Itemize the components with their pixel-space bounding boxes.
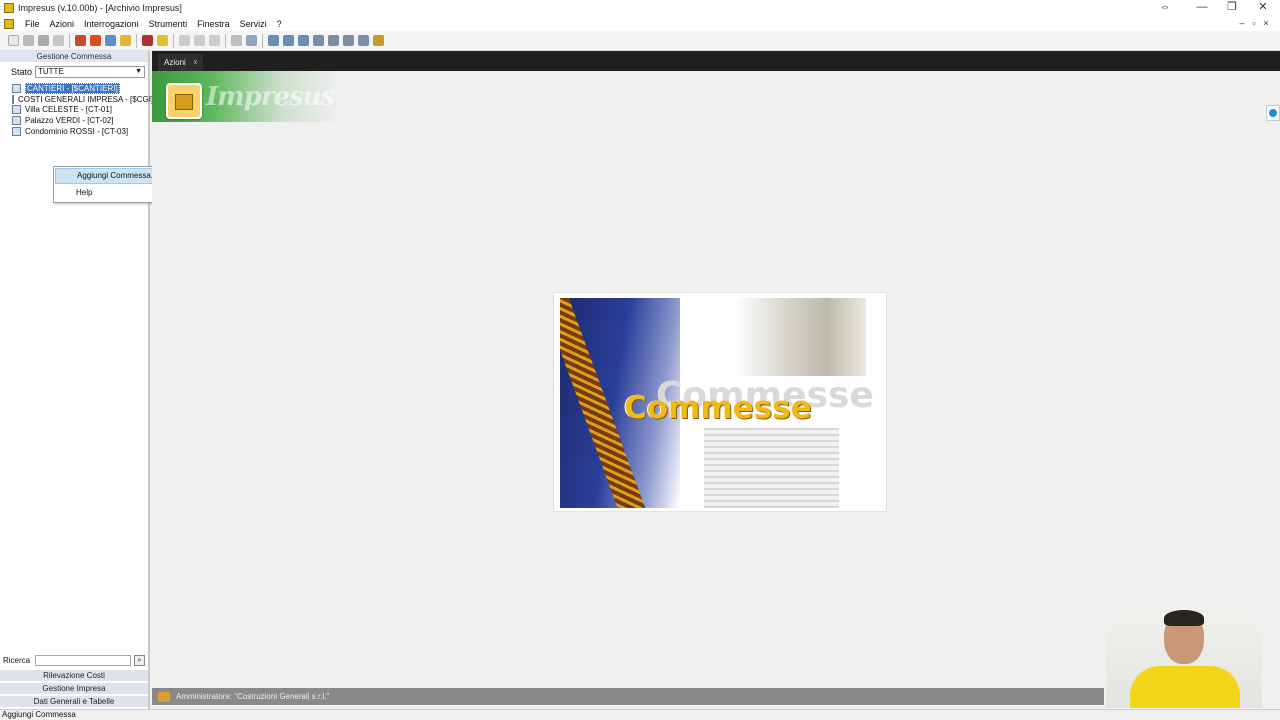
ricerca-row: Ricerca ⌕ <box>0 653 150 667</box>
toolbar <box>0 31 1280 51</box>
toolbar-divider <box>173 33 174 48</box>
toolbar-divider <box>225 33 226 48</box>
ricerca-label: Ricerca <box>3 655 31 665</box>
panel-header: Gestione Commessa <box>0 51 148 62</box>
window-title: Impresus (v.10.00b) - [Archivio Impresus… <box>18 3 182 13</box>
banner-text: Impresus <box>206 82 335 112</box>
menu-strumenti[interactable]: Strumenti <box>149 19 188 29</box>
title-bar: Impresus (v.10.00b) - [Archivio Impresus… <box>0 0 1280 16</box>
stato-select[interactable]: TUTTE ▼ <box>35 66 145 78</box>
undo-icon[interactable] <box>53 35 64 46</box>
commesse-tree: CANTIERI - [$CANTIERI] COSTI GENERALI IM… <box>6 82 153 137</box>
toolbar-divider <box>69 33 70 48</box>
menu-file[interactable]: File <box>25 19 40 29</box>
work-area: Azioni x Impresus Commesse Commesse <box>152 51 1280 688</box>
tool-orange-icon[interactable] <box>90 35 101 46</box>
tree-folder-icon <box>12 83 21 93</box>
construction-site-image <box>704 428 839 508</box>
disabled-tool-icon <box>209 35 220 46</box>
user-icon <box>158 691 170 702</box>
user-status-bar: Amministratore: "Costruzioni Generali s.… <box>152 688 1104 705</box>
stato-value: TUTTE <box>38 67 64 76</box>
tree-node-label[interactable]: Villa CELESTE - [CT-01] <box>25 105 112 114</box>
impresus-logo-icon <box>166 83 202 119</box>
save-icon[interactable] <box>38 35 49 46</box>
nav-rilevazione-costi[interactable]: Rilevazione Costi <box>0 669 148 681</box>
mdi-close-button[interactable]: × <box>1260 16 1272 31</box>
menu-azioni[interactable]: Azioni <box>50 19 75 29</box>
tree-expand-icon[interactable] <box>283 35 294 46</box>
menu-bar: File Azioni Interrogazioni Strumenti Fin… <box>0 16 1280 31</box>
chevron-down-icon[interactable]: ▼ <box>135 67 142 77</box>
help-icon[interactable] <box>157 35 168 46</box>
tree-folder-icon <box>12 105 21 115</box>
commesse-splash: Commesse Commesse <box>553 292 887 512</box>
stato-label: Stato <box>11 67 33 77</box>
tree-node-cantieri[interactable]: CANTIERI - [$CANTIERI] <box>6 82 148 94</box>
menu-servizi[interactable]: Servizi <box>240 19 267 29</box>
tree-node-label[interactable]: CANTIERI - [$CANTIERI] <box>25 82 120 94</box>
delete-icon[interactable] <box>23 35 34 46</box>
tree-node-costi-generali[interactable]: COSTI GENERALI IMPRESA - [$CGI] <box>6 94 153 105</box>
mdi-minimize-button[interactable]: – <box>1236 16 1248 31</box>
webcam-overlay <box>1106 604 1262 708</box>
tree-node-label[interactable]: COSTI GENERALI IMPRESA - [$CGI] <box>18 95 153 104</box>
tab-azioni[interactable]: Azioni x <box>158 54 204 71</box>
minimize-button[interactable]: — <box>1187 0 1217 16</box>
disabled-tool-icon <box>179 35 190 46</box>
presenter-hair <box>1164 610 1204 626</box>
user-status-text: Amministratore: "Costruzioni Generali s.… <box>176 692 330 701</box>
toolbar-divider <box>136 33 137 48</box>
presenter-shirt <box>1130 666 1240 708</box>
impresus-banner: Impresus <box>152 71 342 122</box>
excavator-image <box>736 298 866 376</box>
tab-label: Azioni <box>164 58 186 67</box>
tree-node-label[interactable]: Palazzo VERDI - [CT-02] <box>25 116 113 125</box>
menu-app-icon[interactable] <box>4 18 14 29</box>
nav-dati-generali[interactable]: Dati Generali e Tabelle <box>0 695 148 707</box>
mdi-restore-button[interactable]: ▫ <box>1248 16 1260 31</box>
move-icon[interactable] <box>328 35 339 46</box>
disabled-tool-icon <box>194 35 205 46</box>
menu-interrogazioni[interactable]: Interrogazioni <box>84 19 139 29</box>
tree-icon[interactable] <box>268 35 279 46</box>
grid-icon[interactable] <box>231 35 242 46</box>
tab-close-icon[interactable]: x <box>194 54 198 71</box>
document-icon[interactable] <box>120 35 131 46</box>
tool-red-icon[interactable] <box>75 35 86 46</box>
binoculars-icon[interactable]: ⌕ <box>134 654 145 666</box>
stato-row: Stato TUTTE ▼ <box>0 65 148 79</box>
cut-icon[interactable] <box>313 35 324 46</box>
menu-finestra[interactable]: Finestra <box>197 19 230 29</box>
ricerca-input[interactable] <box>35 654 131 666</box>
print-icon[interactable] <box>246 35 257 46</box>
status-bar: Aggiungi Commessa <box>0 709 1280 720</box>
app-icon <box>4 3 14 13</box>
side-panel-toggle-icon[interactable] <box>1266 105 1280 121</box>
nav-gestione-impresa[interactable]: Gestione Impresa <box>0 682 148 694</box>
tree-node-villa-celeste[interactable]: Villa CELESTE - [CT-01] <box>6 104 148 115</box>
tab-strip: Azioni x <box>152 51 1280 71</box>
settings-icon[interactable] <box>373 35 384 46</box>
splash-title: Commesse <box>624 390 812 426</box>
tree-collapse-icon[interactable] <box>298 35 309 46</box>
filter-icon[interactable] <box>343 35 354 46</box>
link-icon[interactable] <box>358 35 369 46</box>
report-icon[interactable] <box>142 35 153 46</box>
tree-folder-icon <box>12 115 21 125</box>
menu-help[interactable]: ? <box>277 19 282 29</box>
restore-button[interactable]: ❐ <box>1217 0 1247 16</box>
move-window-icon[interactable]: ⇔ <box>1150 0 1180 16</box>
new-icon[interactable] <box>8 35 19 46</box>
tree-node-condominio-rossi[interactable]: Condominio ROSSI - [CT-03] <box>6 126 148 137</box>
tree-folder-icon <box>12 126 21 136</box>
tree-folder-icon <box>12 94 14 104</box>
toolbar-divider <box>262 33 263 48</box>
tree-node-palazzo-verdi[interactable]: Palazzo VERDI - [CT-02] <box>6 115 148 126</box>
refresh-icon[interactable] <box>105 35 116 46</box>
tree-node-label[interactable]: Condominio ROSSI - [CT-03] <box>25 127 128 136</box>
left-panel: Gestione Commessa Stato TUTTE ▼ CANTIERI… <box>0 51 153 709</box>
close-button[interactable]: ✕ <box>1248 0 1278 16</box>
